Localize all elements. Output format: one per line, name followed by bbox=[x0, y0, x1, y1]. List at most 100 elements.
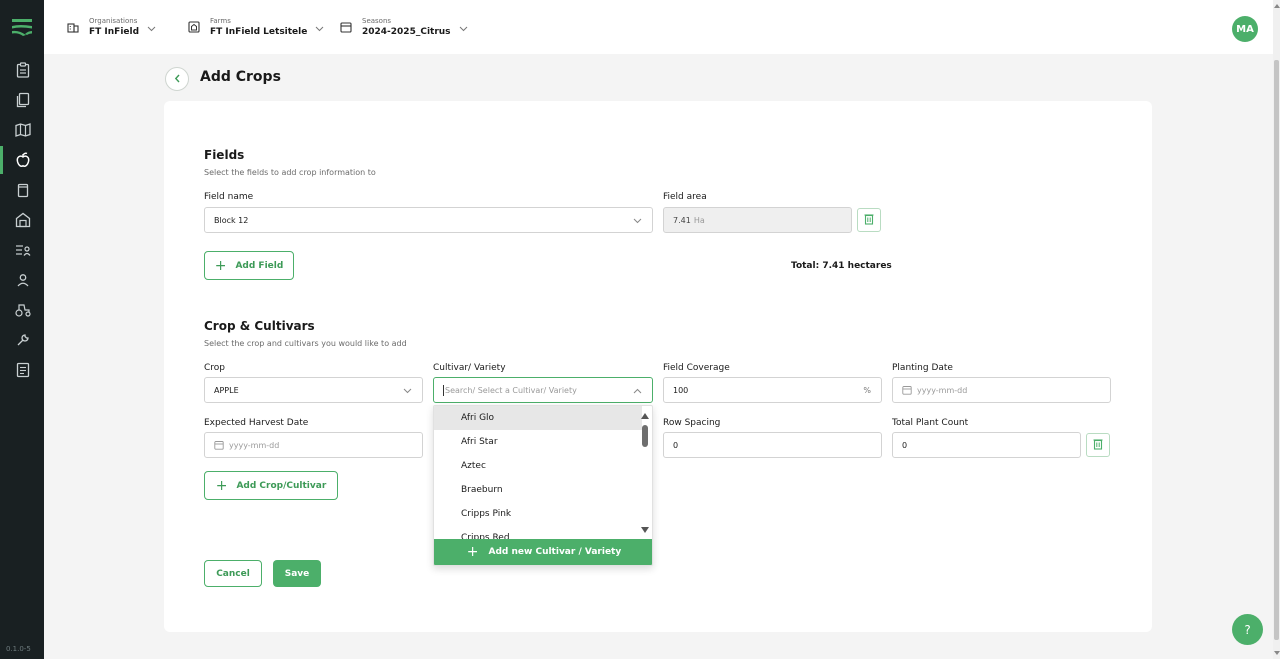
farm-selector[interactable]: Farms FT InField Letsitele bbox=[187, 12, 324, 42]
person-icon[interactable] bbox=[14, 271, 32, 289]
crop-section-subtitle: Select the crop and cultivars you would … bbox=[204, 339, 407, 348]
cultivar-search-input[interactable]: Search/ Select a Cultivar/ Variety bbox=[433, 377, 653, 403]
season-selector[interactable]: Seasons 2024-2025_Citrus bbox=[339, 12, 468, 42]
season-value: 2024-2025_Citrus bbox=[362, 27, 451, 37]
map-icon[interactable] bbox=[14, 121, 32, 139]
cultivar-options-list[interactable]: Afri Glo Afri Star Aztec Braeburn Cripps… bbox=[434, 406, 642, 541]
field-name-select[interactable]: Block 12 bbox=[204, 207, 653, 233]
page-title: Add Crops bbox=[200, 69, 281, 85]
add-new-cultivar-button[interactable]: + Add new Cultivar / Variety bbox=[434, 539, 652, 565]
top-bar: Organisations FT InField Farms FT InFiel… bbox=[44, 0, 1273, 54]
plant-count-input[interactable]: 0 bbox=[892, 432, 1081, 458]
avatar[interactable]: MA bbox=[1232, 16, 1258, 42]
calendar-icon bbox=[902, 385, 912, 395]
chevron-down-icon bbox=[459, 22, 468, 35]
app-version: 0.1.0-5 bbox=[6, 645, 31, 653]
dropdown-scroll-thumb[interactable] bbox=[642, 425, 648, 447]
planting-date-placeholder: yyyy-mm-dd bbox=[917, 385, 968, 395]
field-area-label: Field area bbox=[663, 192, 707, 202]
crop-label: Crop bbox=[204, 363, 226, 373]
organisation-label: Organisations bbox=[89, 17, 138, 25]
organisation-value: FT InField bbox=[89, 27, 140, 37]
document-icon[interactable] bbox=[14, 361, 32, 379]
fields-section-title: Fields bbox=[204, 148, 245, 162]
cultivar-label: Cultivar/ Variety bbox=[433, 363, 506, 373]
trash-icon bbox=[1093, 438, 1103, 453]
season-label: Seasons bbox=[362, 17, 392, 25]
building-icon bbox=[66, 20, 80, 34]
save-button[interactable]: Save bbox=[273, 560, 321, 587]
plus-icon: + bbox=[215, 477, 228, 494]
add-field-label: Add Field bbox=[235, 260, 284, 271]
coverage-label: Field Coverage bbox=[663, 363, 730, 373]
crop-value: APPLE bbox=[214, 385, 239, 395]
field-area-input: 7.41 Ha bbox=[663, 207, 852, 233]
dropdown-scroll-down-icon[interactable] bbox=[641, 527, 649, 533]
dropdown-scroll-up-icon[interactable] bbox=[641, 413, 649, 419]
page-scrollbar[interactable] bbox=[1273, 0, 1280, 659]
harvest-date-placeholder: yyyy-mm-dd bbox=[229, 440, 280, 450]
total-hectares: Total: 7.41 hectares bbox=[791, 261, 892, 271]
sidebar: 0.1.0-5 bbox=[0, 0, 44, 659]
plus-icon: + bbox=[214, 257, 227, 274]
add-new-cultivar-label: Add new Cultivar / Variety bbox=[488, 547, 622, 557]
planting-date-input[interactable]: yyyy-mm-dd bbox=[892, 377, 1111, 403]
cultivar-option[interactable]: Afri Star bbox=[434, 430, 642, 454]
save-label: Save bbox=[284, 568, 310, 579]
plant-count-label: Total Plant Count bbox=[892, 418, 969, 428]
farm-label: Farms bbox=[210, 17, 231, 25]
cultivar-option[interactable]: Aztec bbox=[434, 454, 642, 478]
row-spacing-label: Row Spacing bbox=[663, 418, 721, 428]
chevron-down-icon bbox=[633, 217, 642, 226]
delete-field-button[interactable] bbox=[857, 208, 881, 232]
crop-section-title: Crop & Cultivars bbox=[204, 319, 315, 333]
form-card bbox=[164, 101, 1152, 632]
field-name-value: Block 12 bbox=[214, 215, 249, 225]
delete-crop-button[interactable] bbox=[1086, 433, 1110, 457]
organisation-selector[interactable]: Organisations FT InField bbox=[66, 12, 156, 42]
cultivar-option[interactable]: Cripps Pink bbox=[434, 502, 642, 526]
crop-select[interactable]: APPLE bbox=[204, 377, 423, 403]
list-person-icon[interactable] bbox=[14, 241, 32, 259]
tractor-icon[interactable] bbox=[14, 301, 32, 319]
calendar-icon bbox=[214, 440, 224, 450]
help-button[interactable]: ? bbox=[1232, 614, 1263, 645]
harvest-date-label: Expected Harvest Date bbox=[204, 418, 309, 428]
row-spacing-value: 0 bbox=[673, 440, 679, 450]
apple-icon[interactable] bbox=[14, 151, 32, 169]
chevron-down-icon bbox=[403, 387, 412, 396]
cancel-button[interactable]: Cancel bbox=[204, 560, 262, 587]
logo-icon[interactable] bbox=[10, 17, 34, 39]
farm-icon bbox=[187, 20, 201, 34]
field-area-value: 7.41 bbox=[673, 215, 691, 225]
text-caret bbox=[443, 384, 444, 396]
wrench-icon[interactable] bbox=[14, 331, 32, 349]
percent-unit: % bbox=[863, 386, 871, 395]
copy-icon[interactable] bbox=[14, 91, 32, 109]
cultivar-option[interactable]: Braeburn bbox=[434, 478, 642, 502]
cultivar-option[interactable]: Afri Glo bbox=[434, 406, 642, 430]
calendar-icon bbox=[339, 20, 353, 34]
plus-icon: + bbox=[466, 544, 479, 560]
fields-section-subtitle: Select the fields to add crop informatio… bbox=[204, 168, 376, 177]
add-crop-cultivar-button[interactable]: + Add Crop/Cultivar bbox=[204, 471, 338, 500]
chevron-down-icon bbox=[147, 22, 156, 35]
back-button[interactable] bbox=[165, 67, 189, 91]
clipboard-icon[interactable] bbox=[14, 61, 32, 79]
chevron-up-icon bbox=[633, 387, 642, 396]
add-field-button[interactable]: + Add Field bbox=[204, 251, 294, 280]
chevron-left-icon bbox=[174, 73, 181, 86]
cultivar-placeholder: Search/ Select a Cultivar/ Variety bbox=[445, 385, 577, 395]
barn-icon[interactable] bbox=[14, 211, 32, 229]
planting-date-label: Planting Date bbox=[892, 363, 953, 373]
cultivar-dropdown-menu: Afri Glo Afri Star Aztec Braeburn Cripps… bbox=[433, 405, 653, 566]
scroll-thumb[interactable] bbox=[1274, 60, 1279, 640]
scroll-up-arrow-icon[interactable] bbox=[1274, 4, 1280, 8]
cup-icon[interactable] bbox=[14, 181, 32, 199]
coverage-value: 100 bbox=[673, 385, 689, 395]
harvest-date-input[interactable]: yyyy-mm-dd bbox=[204, 432, 423, 458]
field-coverage-input[interactable]: 100 % bbox=[663, 377, 882, 403]
row-spacing-input[interactable]: 0 bbox=[663, 432, 882, 458]
scroll-down-arrow-icon[interactable] bbox=[1274, 651, 1280, 655]
field-area-unit: Ha bbox=[693, 215, 705, 225]
